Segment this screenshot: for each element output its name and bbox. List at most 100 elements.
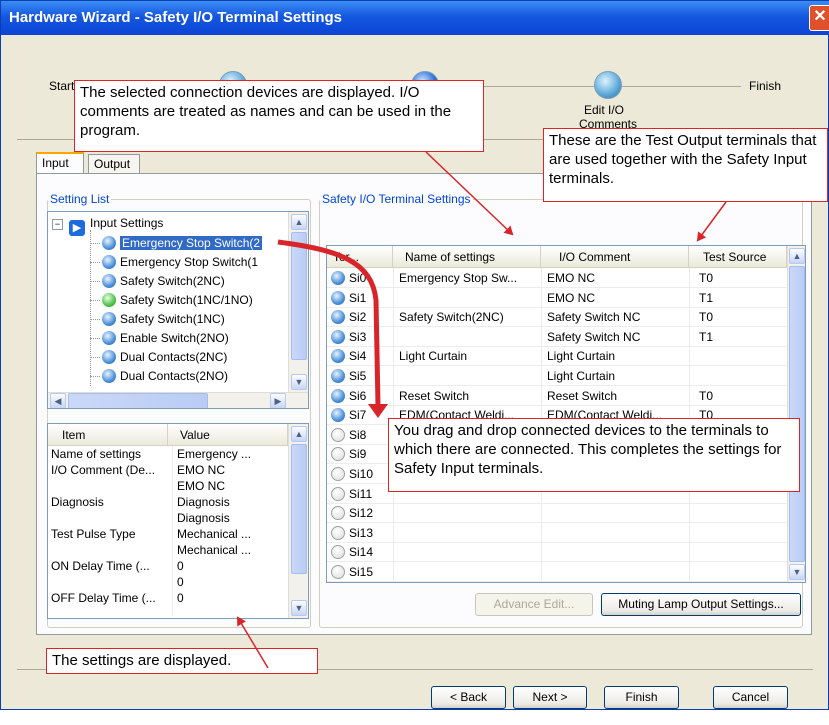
cancel-button[interactable]: Cancel <box>713 686 788 709</box>
tree-item-label: Safety Switch(2NC) <box>120 274 225 288</box>
terminal-grid[interactable]: Ter... Name of settings I/O Comment Test… <box>326 245 806 583</box>
property-row[interactable]: Mechanical ... <box>48 542 288 558</box>
tree-item[interactable]: Safety Switch(1NC) <box>90 310 225 328</box>
terminal-row[interactable]: Si15 <box>327 562 787 582</box>
scroll-down-icon[interactable]: ▼ <box>291 374 307 390</box>
scroll-thumb[interactable] <box>789 266 805 562</box>
tree-item[interactable]: Emergency Stop Switch(2 <box>90 234 263 252</box>
property-row[interactable]: EMO NC <box>48 478 288 494</box>
terminal-cell: Si9 <box>327 444 393 464</box>
collapse-icon[interactable]: − <box>52 219 63 230</box>
terminal-empty-icon <box>331 565 345 579</box>
finish-button[interactable]: Finish <box>604 686 679 709</box>
terminal-row[interactable]: Si13 <box>327 523 787 543</box>
back-button[interactable]: < Back <box>431 686 506 709</box>
terminal-label: Si1 <box>349 290 367 305</box>
tree-item[interactable]: Emergency Stop Switch(1 <box>90 253 259 271</box>
tree-connector <box>90 338 100 339</box>
scroll-right-icon[interactable]: ▶ <box>270 393 286 408</box>
muting-lamp-settings-button[interactable]: Muting Lamp Output Settings... <box>601 593 801 616</box>
terminal-label: Si5 <box>349 369 367 383</box>
col-io-comment[interactable]: I/O Comment <box>541 246 689 268</box>
terminal-row[interactable]: Si6 Reset Switch Reset Switch T0 <box>327 386 787 406</box>
close-button[interactable]: ✕ <box>809 5 829 31</box>
tree-item[interactable]: Enable Switch(2NO) <box>90 329 229 347</box>
tab-input[interactable]: Input <box>36 152 84 174</box>
terminal-assigned-icon <box>331 310 345 325</box>
scroll-down-icon[interactable]: ▼ <box>789 564 805 580</box>
name-cell <box>393 288 541 308</box>
terminal-row[interactable]: Si1 EMO NC T1 <box>327 288 787 308</box>
hscroll-thumb[interactable] <box>68 393 208 408</box>
property-row[interactable]: I/O Comment (De... EMO NC <box>48 462 288 478</box>
terminal-row[interactable]: Si12 <box>327 503 787 524</box>
terminal-row[interactable]: Si3 Safety Switch NC T1 <box>327 327 787 347</box>
property-row[interactable]: OFF Delay Time (... 0 <box>48 590 288 606</box>
terminal-assigned-icon <box>331 369 345 383</box>
terminal-assigned-icon <box>331 388 345 403</box>
terminal-row[interactable]: Si14 <box>327 542 787 563</box>
property-row[interactable]: Test Pulse Type Mechanical ... <box>48 526 288 542</box>
property-row[interactable]: Diagnosis <box>48 510 288 526</box>
property-item: OFF Delay Time (... <box>51 591 156 605</box>
col-value[interactable]: Value <box>168 424 288 446</box>
property-row[interactable]: 0 <box>48 574 288 590</box>
terminal-grid-scrollbar[interactable]: ▲ ▼ <box>787 246 805 582</box>
terminal-row[interactable]: Si0 Emergency Stop Sw... EMO NC T0 <box>327 268 787 288</box>
next-button[interactable]: Next > <box>513 686 587 709</box>
col-name-of-settings[interactable]: Name of settings <box>393 246 541 268</box>
property-row[interactable]: Diagnosis Diagnosis <box>48 494 288 510</box>
window-title: Hardware Wizard - Safety I/O Terminal Se… <box>9 9 343 26</box>
scroll-up-icon[interactable]: ▲ <box>789 248 805 264</box>
tree-root[interactable]: − ▶ Input Settings <box>52 214 163 236</box>
properties-scrollbar[interactable]: ▲ ▼ <box>288 424 308 618</box>
property-value: EMO NC <box>177 479 225 493</box>
tree-item-label: Emergency Stop Switch(1 <box>120 255 259 269</box>
property-item <box>48 542 168 558</box>
setting-list-legend: Setting List <box>50 192 110 206</box>
io-comment-cell: Light Curtain <box>547 349 616 364</box>
terminal-empty-icon <box>331 486 345 501</box>
scroll-up-icon[interactable]: ▲ <box>291 426 307 442</box>
terminal-cell: Si12 <box>327 503 393 523</box>
blue-ball-icon <box>102 255 116 269</box>
properties-grid[interactable]: Item Value Name of settings Emergency ...… <box>47 423 309 619</box>
tab-output[interactable]: Output <box>88 154 140 174</box>
terminal-cell: Si2 <box>327 307 393 327</box>
tree-item[interactable]: Safety Switch(2NC) <box>90 272 225 290</box>
step-edit-io-icon <box>594 71 622 99</box>
scroll-down-icon[interactable]: ▼ <box>291 600 307 616</box>
terminal-cell: Si8 <box>327 425 393 445</box>
scroll-thumb[interactable] <box>291 444 307 574</box>
io-comment-cell: Safety Switch NC <box>547 329 641 344</box>
terminal-grid-header: Ter... Name of settings I/O Comment Test… <box>327 246 787 268</box>
tree-vertical-scrollbar[interactable]: ▲ ▼ <box>288 212 308 392</box>
step-edit-io-label: Edit I/O <box>584 103 625 117</box>
property-row[interactable]: Name of settings Emergency ... <box>48 446 288 462</box>
terminal-row[interactable]: Si4 Light Curtain Light Curtain <box>327 346 787 367</box>
col-item[interactable]: Item <box>48 424 168 446</box>
tree-item[interactable]: Dual Contacts(2NO) <box>90 367 228 385</box>
col-test-source[interactable]: Test Source <box>689 246 787 268</box>
name-cell: Safety Switch(2NC) <box>399 310 504 325</box>
terminal-row[interactable]: Si2 Safety Switch(2NC) Safety Switch NC T0 <box>327 307 787 328</box>
property-row[interactable]: ON Delay Time (... 0 <box>48 558 288 574</box>
scroll-left-icon[interactable]: ◀ <box>50 393 66 408</box>
tree-horizontal-scrollbar[interactable]: ◀ ▶ <box>48 392 308 408</box>
callout-drag-drop: You drag and drop connected devices to t… <box>388 418 800 492</box>
setting-list-tree[interactable]: − ▶ Input Settings Emergency Stop Switch(2… <box>47 211 309 409</box>
green-ball-icon <box>102 293 116 307</box>
property-value: EMO NC <box>177 463 225 477</box>
tree-item[interactable]: Safety Switch(1NC/1NO) <box>90 291 253 309</box>
property-value: 0 <box>177 559 184 573</box>
advance-edit-button[interactable]: Advance Edit... <box>475 593 593 616</box>
scroll-up-icon[interactable]: ▲ <box>291 214 307 230</box>
blue-ball-icon <box>102 274 116 288</box>
tree-connector <box>90 300 100 301</box>
test-source-cell: T1 <box>699 329 714 344</box>
tree-item[interactable]: Dual Contacts(2NC) <box>90 348 227 366</box>
terminal-row[interactable]: Si5 Light Curtain <box>327 366 787 386</box>
scroll-thumb[interactable] <box>291 232 307 360</box>
col-terminal[interactable]: Ter... <box>327 246 393 268</box>
io-comment-cell <box>541 542 689 562</box>
